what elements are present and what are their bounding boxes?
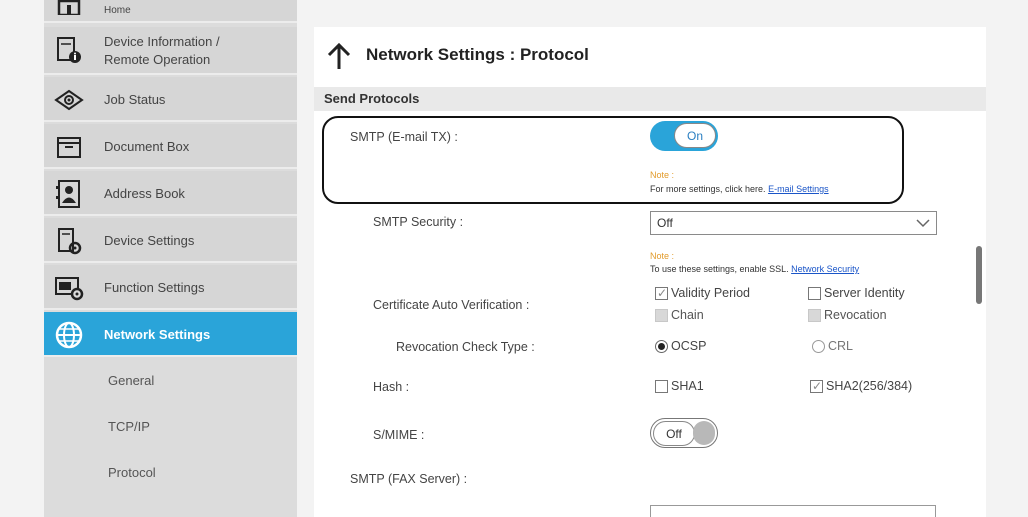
- sidebar-item-label: Address Book: [104, 186, 185, 201]
- sidebar-item-label: Device Settings: [104, 233, 195, 248]
- device-settings-icon: [54, 226, 84, 256]
- revocation-check-type-label: Revocation Check Type :: [396, 340, 535, 354]
- sidebar-subitem-label: Protocol: [108, 465, 156, 480]
- smtp-fax-server-label: SMTP (FAX Server) :: [350, 472, 468, 486]
- note-text-body: To use these settings, enable SSL.: [650, 264, 789, 274]
- certificate-auto-verification-label: Certificate Auto Verification :: [373, 298, 530, 312]
- radio-circle: [812, 339, 825, 353]
- sidebar-subitem-general[interactable]: General: [44, 359, 297, 405]
- home-icon: [54, 0, 84, 22]
- sidebar-item-function-settings[interactable]: Function Settings: [44, 265, 297, 310]
- smtp-security-label: SMTP Security :: [373, 215, 464, 229]
- sidebar-item-home[interactable]: Home: [44, 0, 297, 23]
- sidebar-item-network-settings[interactable]: Network Settings: [44, 312, 297, 357]
- toggle-state-label: Off: [653, 421, 695, 446]
- folder-icon: [54, 132, 84, 162]
- revocation-checkbox[interactable]: Revocation: [808, 308, 887, 322]
- sidebar-item-device-information[interactable]: Device Information / Remote Operation: [44, 27, 297, 75]
- device-info-icon: [54, 35, 84, 65]
- address-book-icon: [54, 179, 84, 209]
- validity-period-checkbox[interactable]: ✓ Validity Period: [655, 286, 750, 300]
- network-security-link[interactable]: Network Security: [791, 264, 859, 274]
- checkbox-box: [655, 308, 668, 322]
- checkbox-label: Chain: [671, 308, 704, 322]
- sidebar-subitem-tcpip[interactable]: TCP/IP: [44, 405, 297, 451]
- sidebar-subitem-protocol[interactable]: Protocol: [44, 451, 297, 497]
- sidebar-item-job-status[interactable]: Job Status: [44, 77, 297, 122]
- page-title: Network Settings : Protocol: [366, 45, 589, 64]
- checkbox-box: ✓: [655, 285, 668, 300]
- checkbox-box: ✓: [810, 378, 823, 393]
- title-row: Network Settings : Protocol: [314, 27, 986, 85]
- sidebar: Home Device Information / Remote Operati…: [44, 0, 297, 517]
- select-value: Off: [657, 216, 673, 230]
- radio-label: OCSP: [671, 339, 707, 353]
- checkbox-label: Server Identity: [824, 286, 905, 300]
- hash-label: Hash :: [373, 380, 410, 394]
- sidebar-item-label: Function Settings: [104, 280, 205, 295]
- section-title: Send Protocols: [324, 91, 420, 106]
- checkbox-box: [808, 286, 821, 300]
- sidebar-item-label: Job Status: [104, 92, 166, 107]
- sidebar-item-label: Device Information / Remote Operation: [104, 34, 220, 67]
- sidebar-subitem-label: General: [108, 373, 155, 388]
- sidebar-item-address-book[interactable]: Address Book: [44, 171, 297, 216]
- section-header: Send Protocols: [314, 87, 986, 111]
- smime-label: S/MIME :: [373, 428, 425, 442]
- sidebar-item-device-settings[interactable]: Device Settings: [44, 218, 297, 263]
- checkbox-label: SHA2(256/384): [826, 379, 913, 393]
- note-text: To use these settings, enable SSL. Netwo…: [650, 264, 859, 274]
- sidebar-subitem-label: TCP/IP: [108, 419, 150, 434]
- smime-toggle[interactable]: Off: [650, 418, 718, 448]
- sidebar-item-label: Network Settings: [104, 327, 211, 342]
- checkbox-label: SHA1: [671, 379, 704, 393]
- highlight-annotation: [322, 116, 904, 204]
- ocsp-radio[interactable]: OCSP: [655, 339, 706, 353]
- app-frame: Home Device Information / Remote Operati…: [0, 0, 1028, 517]
- sidebar-item-label: Document Box: [104, 139, 190, 154]
- checkbox-box: [655, 379, 668, 393]
- checkbox-label: Validity Period: [671, 286, 750, 300]
- globe-icon: [54, 320, 84, 350]
- sidebar-item-label: Home: [104, 5, 131, 16]
- crl-radio[interactable]: CRL: [812, 339, 853, 353]
- smtp-security-select[interactable]: Off: [650, 211, 937, 235]
- chevron-down-icon: [916, 216, 930, 230]
- function-settings-icon: [54, 273, 84, 303]
- checkbox-label: Revocation: [824, 308, 887, 322]
- toggle-thumb: [693, 421, 715, 445]
- chain-checkbox[interactable]: Chain: [655, 308, 704, 322]
- sha1-checkbox[interactable]: SHA1: [655, 379, 704, 393]
- smtp-fax-server-field[interactable]: [650, 505, 936, 517]
- checkbox-box: [808, 308, 821, 322]
- sha2-checkbox[interactable]: ✓ SHA2(256/384): [810, 379, 912, 393]
- note-label: Note :: [650, 251, 675, 261]
- radio-circle: [655, 339, 668, 353]
- sidebar-item-document-box[interactable]: Document Box: [44, 124, 297, 169]
- back-arrow-icon[interactable]: [324, 41, 354, 71]
- eye-icon: [54, 85, 84, 115]
- radio-label: CRL: [828, 339, 854, 353]
- scrollbar-thumb[interactable]: [976, 246, 982, 304]
- server-identity-checkbox[interactable]: Server Identity: [808, 286, 905, 300]
